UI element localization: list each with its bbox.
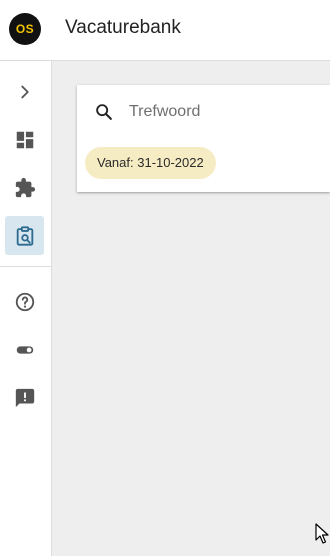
sidebar-item-toggle[interactable] — [5, 330, 44, 369]
sidebar-item-help[interactable] — [5, 282, 44, 321]
main-content: Vanaf: 31-10-2022 — [52, 61, 330, 556]
help-icon — [15, 292, 34, 311]
expand-sidebar-button[interactable] — [5, 72, 44, 111]
search-icon — [96, 104, 112, 120]
search-card: Vanaf: 31-10-2022 — [77, 85, 330, 192]
date-filter-chip[interactable]: Vanaf: 31-10-2022 — [85, 147, 216, 179]
chevron-right-icon — [20, 85, 29, 98]
sidebar-item-feedback[interactable] — [5, 378, 44, 417]
sidebar-divider — [0, 266, 52, 267]
dashboard-icon — [16, 131, 33, 148]
toggle-icon — [16, 345, 33, 354]
app-title: Vacaturebank — [65, 17, 181, 38]
clipboard-search-icon — [16, 225, 33, 246]
app-logo[interactable]: OS — [9, 13, 41, 45]
top-bar: OS Vacaturebank — [0, 0, 330, 61]
mouse-cursor-icon — [315, 523, 329, 544]
sidebar — [0, 61, 52, 556]
feedback-icon — [15, 388, 34, 407]
sidebar-item-extensions[interactable] — [5, 168, 44, 207]
sidebar-item-vacancies[interactable] — [5, 216, 44, 255]
sidebar-item-dashboard[interactable] — [5, 120, 44, 159]
puzzle-icon — [15, 177, 35, 197]
keyword-search-input[interactable] — [129, 98, 319, 126]
